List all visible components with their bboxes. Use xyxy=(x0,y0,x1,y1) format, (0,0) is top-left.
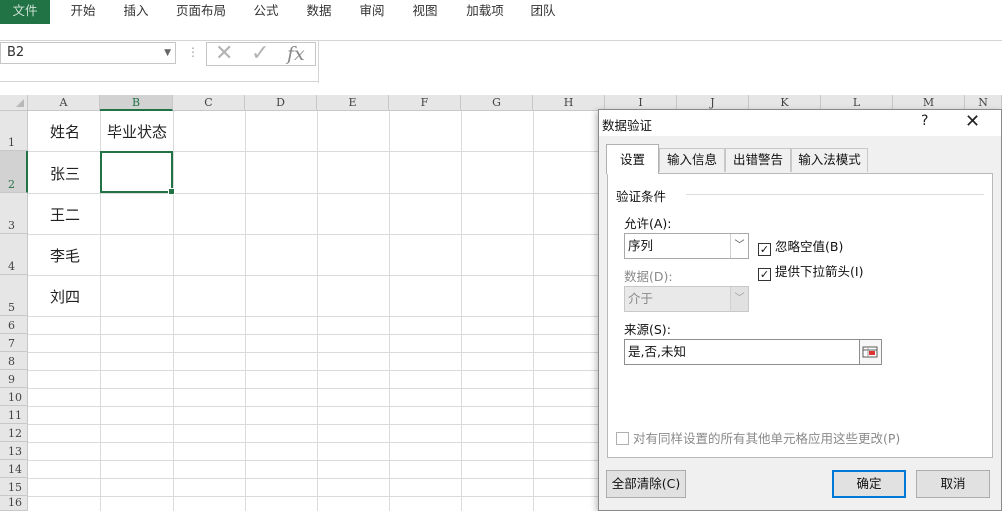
ribbon-tab-team[interactable]: 团队 xyxy=(520,0,566,24)
row-header-8[interactable]: 8 xyxy=(0,352,28,370)
column-header-d[interactable]: D xyxy=(245,95,317,111)
cell-a1[interactable]: 姓名 xyxy=(50,121,80,142)
dialog-title: 数据验证 xyxy=(602,118,653,133)
ribbon-tab-data[interactable]: 数据 xyxy=(296,0,342,24)
formula-bar: B2 ▼ ⋮ ✕ ✓ fx xyxy=(0,40,1002,83)
dialog-titlebar[interactable]: 数据验证 ? ✕ xyxy=(599,110,1001,136)
column-header-f[interactable]: F xyxy=(389,95,461,111)
cancel-icon[interactable]: ✕ xyxy=(215,43,233,65)
cell-a3[interactable]: 王二 xyxy=(50,204,80,225)
ignore-blank-checkbox[interactable]: ✓ 忽略空值(B) xyxy=(758,236,843,256)
enter-check-icon[interactable]: ✓ xyxy=(251,43,269,65)
close-icon[interactable]: ✕ xyxy=(965,111,980,133)
row-header-4[interactable]: 4 xyxy=(0,234,28,275)
ribbon-tab-file[interactable]: 文件 xyxy=(0,0,50,24)
tab-error-alert[interactable]: 出错警告 xyxy=(725,148,791,172)
row-header-1[interactable]: 1 xyxy=(0,111,28,151)
row-header-10[interactable]: 10 xyxy=(0,388,28,406)
settings-panel: 验证条件 允许(A): 序列 ﹀ ✓ 忽略空值(B) ✓ 提供下拉箭头(I) 数据(… xyxy=(607,173,993,458)
allow-label: 允许(A): xyxy=(624,216,672,231)
ribbon-tab-addins[interactable]: 加载项 xyxy=(460,0,510,24)
ribbon-tab-home[interactable]: 开始 xyxy=(60,0,106,24)
ignore-blank-label: 忽略空值(B) xyxy=(775,239,844,254)
range-picker-icon xyxy=(862,346,878,358)
range-select-button[interactable] xyxy=(860,339,882,365)
clear-all-button[interactable]: 全部清除(C) xyxy=(606,470,686,498)
name-box-value: B2 xyxy=(7,45,25,60)
row-header-16[interactable]: 16 xyxy=(0,496,28,511)
column-header-h[interactable]: H xyxy=(533,95,605,111)
selected-cell-b2[interactable] xyxy=(100,151,175,195)
allow-select-value: 序列 xyxy=(628,238,654,253)
tab-ime-mode[interactable]: 输入法模式 xyxy=(791,148,868,172)
cell-b1[interactable]: 毕业状态 xyxy=(107,121,167,142)
apply-all-checkbox: 对有同样设置的所有其他单元格应用这些更改(P) xyxy=(616,428,900,447)
chevron-down-icon: ﹀ xyxy=(730,287,748,311)
ribbon-tab-insert[interactable]: 插入 xyxy=(113,0,159,24)
column-header-e[interactable]: E xyxy=(317,95,389,111)
chevron-down-icon[interactable]: ▼ xyxy=(164,43,171,63)
row-header-9[interactable]: 9 xyxy=(0,370,28,388)
source-input[interactable]: 是,否,未知 xyxy=(624,339,860,365)
source-label: 来源(S): xyxy=(624,322,671,337)
row-header-3[interactable]: 3 xyxy=(0,193,28,234)
allow-select[interactable]: 序列 ﹀ xyxy=(624,233,749,259)
ribbon-tab-view[interactable]: 视图 xyxy=(402,0,448,24)
chevron-down-icon[interactable]: ﹀ xyxy=(730,234,748,258)
excel-window: 文件 开始 插入 页面布局 公式 数据 审阅 视图 加载项 团队 B2 ▼ ⋮ … xyxy=(0,0,1002,511)
row-header-7[interactable]: 7 xyxy=(0,334,28,352)
checkbox-checked-icon[interactable]: ✓ xyxy=(758,268,771,281)
select-all-corner[interactable] xyxy=(0,95,28,111)
tab-input-message[interactable]: 输入信息 xyxy=(659,148,725,172)
data-label: 数据(D): xyxy=(624,269,673,284)
row-header-2[interactable]: 2 xyxy=(0,151,28,193)
row-header-13[interactable]: 13 xyxy=(0,442,28,460)
row-header-11[interactable]: 11 xyxy=(0,406,28,424)
tab-settings[interactable]: 设置 xyxy=(606,144,659,174)
row-header-14[interactable]: 14 xyxy=(0,460,28,478)
row-header-6[interactable]: 6 xyxy=(0,316,28,334)
insert-function-icon[interactable]: fx xyxy=(287,43,305,65)
ribbon-tab-review[interactable]: 审阅 xyxy=(349,0,395,24)
ribbon-tab-formulas[interactable]: 公式 xyxy=(243,0,289,24)
cell-a2[interactable]: 张三 xyxy=(50,163,80,184)
group-divider xyxy=(686,194,984,195)
cell-a4[interactable]: 李毛 xyxy=(50,245,80,266)
row-header-15[interactable]: 15 xyxy=(0,478,28,496)
in-cell-dropdown-label: 提供下拉箭头(I) xyxy=(775,264,864,279)
help-icon[interactable]: ? xyxy=(921,113,928,129)
cancel-button[interactable]: 取消 xyxy=(916,470,990,498)
apply-all-label: 对有同样设置的所有其他单元格应用这些更改(P) xyxy=(633,431,901,446)
ok-button[interactable]: 确定 xyxy=(832,470,906,498)
cell-a5[interactable]: 刘四 xyxy=(50,286,80,307)
row-header-12[interactable]: 12 xyxy=(0,424,28,442)
ribbon-tab-page-layout[interactable]: 页面布局 xyxy=(170,0,232,24)
name-box[interactable]: B2 ▼ xyxy=(0,42,176,64)
column-header-c[interactable]: C xyxy=(173,95,245,111)
column-header-b[interactable]: B xyxy=(100,95,173,111)
checkbox-checked-icon[interactable]: ✓ xyxy=(758,243,771,256)
validation-criteria-label: 验证条件 xyxy=(616,189,667,204)
ribbon-tab-bar: 文件 开始 插入 页面布局 公式 数据 审阅 视图 加载项 团队 xyxy=(0,0,1002,24)
formula-input[interactable] xyxy=(318,41,1002,83)
checkbox-unchecked-icon xyxy=(616,432,629,445)
formula-buttons: ✕ ✓ fx xyxy=(206,42,316,66)
in-cell-dropdown-checkbox[interactable]: ✓ 提供下拉箭头(I) xyxy=(758,261,863,281)
data-select: 介于 ﹀ xyxy=(624,286,749,312)
data-validation-dialog: 数据验证 ? ✕ 设置 输入信息 出错警告 输入法模式 验证条件 允许(A): … xyxy=(598,109,1002,511)
column-header-a[interactable]: A xyxy=(28,95,100,111)
dialog-tabs: 设置 输入信息 出错警告 输入法模式 xyxy=(599,136,1001,174)
grip-dots-icon[interactable]: ⋮ xyxy=(187,45,199,59)
row-header-5[interactable]: 5 xyxy=(0,275,28,316)
data-select-value: 介于 xyxy=(628,291,654,306)
column-header-g[interactable]: G xyxy=(461,95,533,111)
